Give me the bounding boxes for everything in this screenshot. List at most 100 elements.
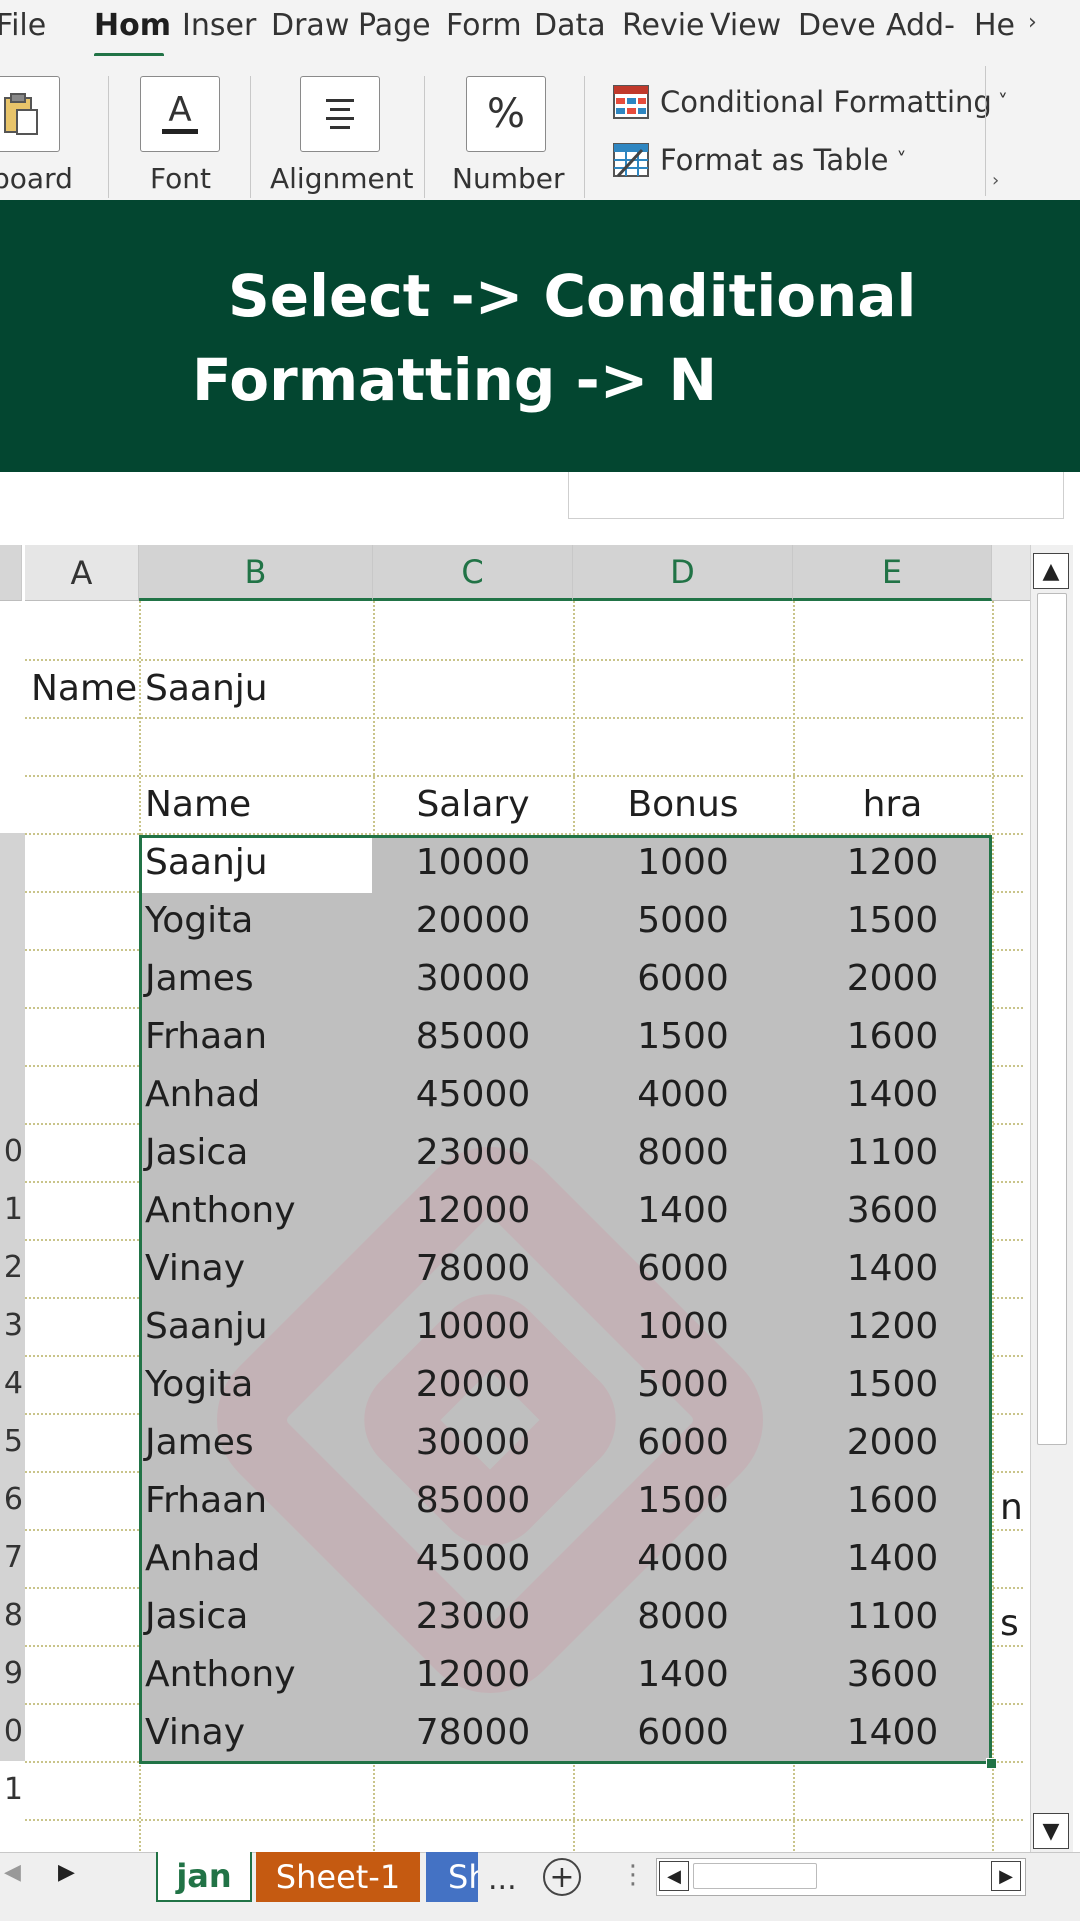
row-header[interactable]: 4 — [0, 1355, 25, 1413]
cell-employee-name[interactable]: Vinay — [145, 1239, 245, 1297]
tab-developer[interactable]: Deve — [798, 8, 876, 43]
scroll-up-icon[interactable]: ▲ — [1033, 553, 1069, 589]
table-header-cell[interactable]: Name — [145, 775, 251, 833]
tab-review[interactable]: Revie — [622, 8, 705, 43]
row-header[interactable] — [0, 1007, 25, 1065]
cell-employee-name[interactable]: Yogita — [145, 1355, 253, 1413]
scroll-down-icon[interactable]: ▼ — [1033, 1813, 1069, 1849]
cell-amount[interactable]: 45000 — [373, 1065, 573, 1123]
scrollbar-thumb[interactable] — [1037, 593, 1067, 1445]
table-header-cell[interactable]: Bonus — [573, 775, 793, 833]
cell-amount[interactable]: 1400 — [793, 1239, 992, 1297]
tab-draw[interactable]: Draw — [271, 8, 349, 43]
row-header[interactable] — [0, 601, 25, 659]
tab-page-layout[interactable]: Page — [358, 8, 431, 43]
cell-amount[interactable]: 1600 — [793, 1471, 992, 1529]
row-header[interactable]: 1 — [0, 1181, 25, 1239]
cell-amount[interactable]: 1200 — [793, 1297, 992, 1355]
tab-formulas[interactable]: Form — [446, 8, 522, 43]
cell-amount[interactable]: 1500 — [573, 1471, 793, 1529]
tab-view[interactable]: View — [710, 8, 781, 43]
hscroll-thumb[interactable] — [693, 1863, 817, 1889]
tab-data[interactable]: Data — [534, 8, 606, 43]
column-header-f[interactable] — [992, 545, 1030, 601]
row-header[interactable]: 8 — [0, 1587, 25, 1645]
format-as-table-button[interactable]: Format as Table ˅ — [612, 140, 907, 180]
column-header-a[interactable]: A — [25, 545, 139, 601]
tab-insert[interactable]: Inser — [182, 8, 256, 43]
tab-scroll-right-icon[interactable]: › — [1028, 10, 1037, 35]
cell-employee-name[interactable]: Anthony — [145, 1181, 296, 1239]
column-header-d[interactable]: D — [573, 545, 793, 601]
tab-help[interactable]: He — [974, 8, 1015, 43]
row-header[interactable] — [0, 949, 25, 1007]
column-header-b[interactable]: B — [139, 545, 373, 601]
cell-amount[interactable]: 5000 — [573, 891, 793, 949]
table-header-cell[interactable]: hra — [793, 775, 992, 833]
cell-employee-name[interactable]: Anhad — [145, 1065, 260, 1123]
cell-amount[interactable]: 8000 — [573, 1123, 793, 1181]
row-header[interactable]: 9 — [0, 1645, 25, 1703]
row-header[interactable] — [0, 891, 25, 949]
cell-amount[interactable]: 3600 — [793, 1645, 992, 1703]
cell-amount[interactable]: 30000 — [373, 949, 573, 1007]
cell-employee-name[interactable]: Vinay — [145, 1703, 245, 1761]
cell-amount[interactable]: 4000 — [573, 1529, 793, 1587]
cell-employee-name[interactable]: Saanju — [145, 833, 268, 891]
clipboard-button[interactable] — [0, 76, 60, 152]
cell-amount[interactable]: 12000 — [373, 1645, 573, 1703]
cell-amount[interactable]: 1000 — [573, 833, 793, 891]
row-header[interactable]: 0 — [0, 1123, 25, 1181]
cell-amount[interactable]: 30000 — [373, 1413, 573, 1471]
cell-amount[interactable]: 1000 — [573, 1297, 793, 1355]
row-header[interactable]: 2 — [0, 1239, 25, 1297]
cell-name-value[interactable]: Saanju — [145, 659, 268, 717]
cell-amount[interactable]: 45000 — [373, 1529, 573, 1587]
cell-amount[interactable]: 12000 — [373, 1181, 573, 1239]
ribbon-scroll-right-icon[interactable]: › — [992, 170, 999, 191]
cell-amount[interactable]: 1500 — [793, 891, 992, 949]
tab-home[interactable]: Hom — [94, 8, 171, 43]
cell-amount[interactable]: 10000 — [373, 833, 573, 891]
cell-name-label[interactable]: Name — [31, 659, 137, 717]
cell-amount[interactable]: 2000 — [793, 1413, 992, 1471]
hscroll-right-icon[interactable]: ▶ — [991, 1861, 1021, 1891]
cell-amount[interactable]: 1500 — [573, 1007, 793, 1065]
cell-employee-name[interactable]: Yogita — [145, 891, 253, 949]
cell-amount[interactable]: 6000 — [573, 1413, 793, 1471]
cell-employee-name[interactable]: Jasica — [145, 1123, 248, 1181]
row-header[interactable] — [0, 717, 25, 775]
cell-employee-name[interactable]: Frhaan — [145, 1471, 267, 1529]
cell-employee-name[interactable]: Frhaan — [145, 1007, 267, 1065]
cell-amount[interactable]: 4000 — [573, 1065, 793, 1123]
sheet-tab-sheet-2[interactable]: Sh — [426, 1852, 478, 1902]
row-header[interactable] — [0, 833, 25, 891]
sheet-scroll-left-icon[interactable]: ◀ — [4, 1860, 21, 1885]
cell-amount[interactable]: 1500 — [793, 1355, 992, 1413]
vertical-scrollbar[interactable]: ▲ ▼ — [1030, 545, 1073, 1855]
cell-amount[interactable]: 20000 — [373, 891, 573, 949]
add-sheet-button[interactable]: + — [543, 1858, 581, 1896]
formula-bar-fragment[interactable] — [568, 472, 1064, 519]
horizontal-scrollbar[interactable]: ◀ ▶ — [656, 1858, 1026, 1896]
cell-amount[interactable]: 6000 — [573, 1239, 793, 1297]
cell-amount[interactable]: 6000 — [573, 1703, 793, 1761]
cell-employee-name[interactable]: Saanju — [145, 1297, 268, 1355]
cell-amount[interactable]: 1100 — [793, 1587, 992, 1645]
cell-amount[interactable]: 1200 — [793, 833, 992, 891]
sheet-tab-sheet-1[interactable]: Sheet-1 — [256, 1852, 420, 1902]
row-header[interactable] — [0, 775, 25, 833]
row-header[interactable]: 0 — [0, 1703, 25, 1761]
conditional-formatting-button[interactable]: Conditional Formatting ˅ — [612, 82, 1008, 122]
cell-amount[interactable]: 8000 — [573, 1587, 793, 1645]
table-header-cell[interactable]: Salary — [373, 775, 573, 833]
sheet-scroll-right-icon[interactable]: ▶ — [58, 1860, 75, 1885]
row-header[interactable]: 7 — [0, 1529, 25, 1587]
cell-employee-name[interactable]: Anhad — [145, 1529, 260, 1587]
sheet-tab-jan[interactable]: jan — [156, 1852, 252, 1902]
cell-employee-name[interactable]: James — [145, 1413, 254, 1471]
tab-splitter-icon[interactable]: ⋮ — [620, 1860, 646, 1890]
row-header[interactable]: 6 — [0, 1471, 25, 1529]
more-sheets-icon[interactable]: ... — [488, 1862, 517, 1897]
row-header[interactable]: 3 — [0, 1297, 25, 1355]
